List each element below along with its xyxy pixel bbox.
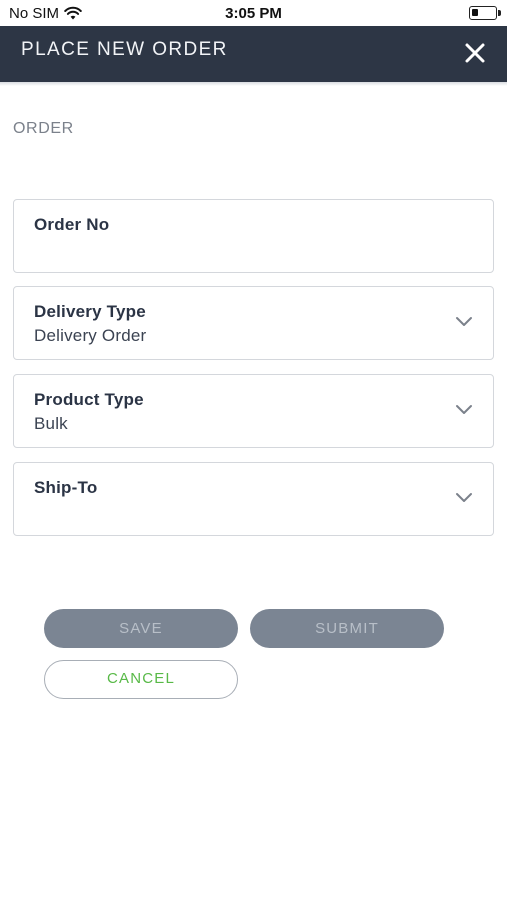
product-type-label: Product Type: [34, 390, 144, 409]
chevron-down-icon: [455, 404, 473, 416]
order-no-field[interactable]: Order No: [13, 199, 494, 273]
ship-to-select[interactable]: Ship-To: [13, 462, 494, 536]
close-icon: [465, 43, 485, 63]
close-button[interactable]: [459, 37, 491, 69]
header-shadow: [0, 82, 507, 86]
chevron-down-icon: [455, 492, 473, 504]
delivery-type-label: Delivery Type: [34, 302, 146, 321]
battery-icon: [469, 6, 497, 20]
ship-to-label: Ship-To: [34, 478, 98, 497]
order-no-label: Order No: [34, 215, 110, 234]
product-type-value: Bulk: [34, 414, 68, 433]
status-bar: No SIM 3:05 PM: [0, 0, 507, 26]
product-type-select[interactable]: Product Type Bulk: [13, 374, 494, 448]
delivery-type-select[interactable]: Delivery Type Delivery Order: [13, 286, 494, 360]
submit-button[interactable]: SUBMIT: [250, 609, 444, 648]
section-label-order: ORDER: [13, 120, 74, 137]
delivery-type-value: Delivery Order: [34, 326, 147, 345]
app-header: PLACE NEW ORDER: [0, 26, 507, 82]
battery-level: [472, 9, 478, 16]
chevron-down-icon: [455, 316, 473, 328]
cancel-button[interactable]: CANCEL: [44, 660, 238, 699]
page-title: PLACE NEW ORDER: [21, 39, 228, 60]
save-button[interactable]: SAVE: [44, 609, 238, 648]
battery-tip: [498, 10, 501, 16]
clock-time: 3:05 PM: [225, 5, 282, 22]
